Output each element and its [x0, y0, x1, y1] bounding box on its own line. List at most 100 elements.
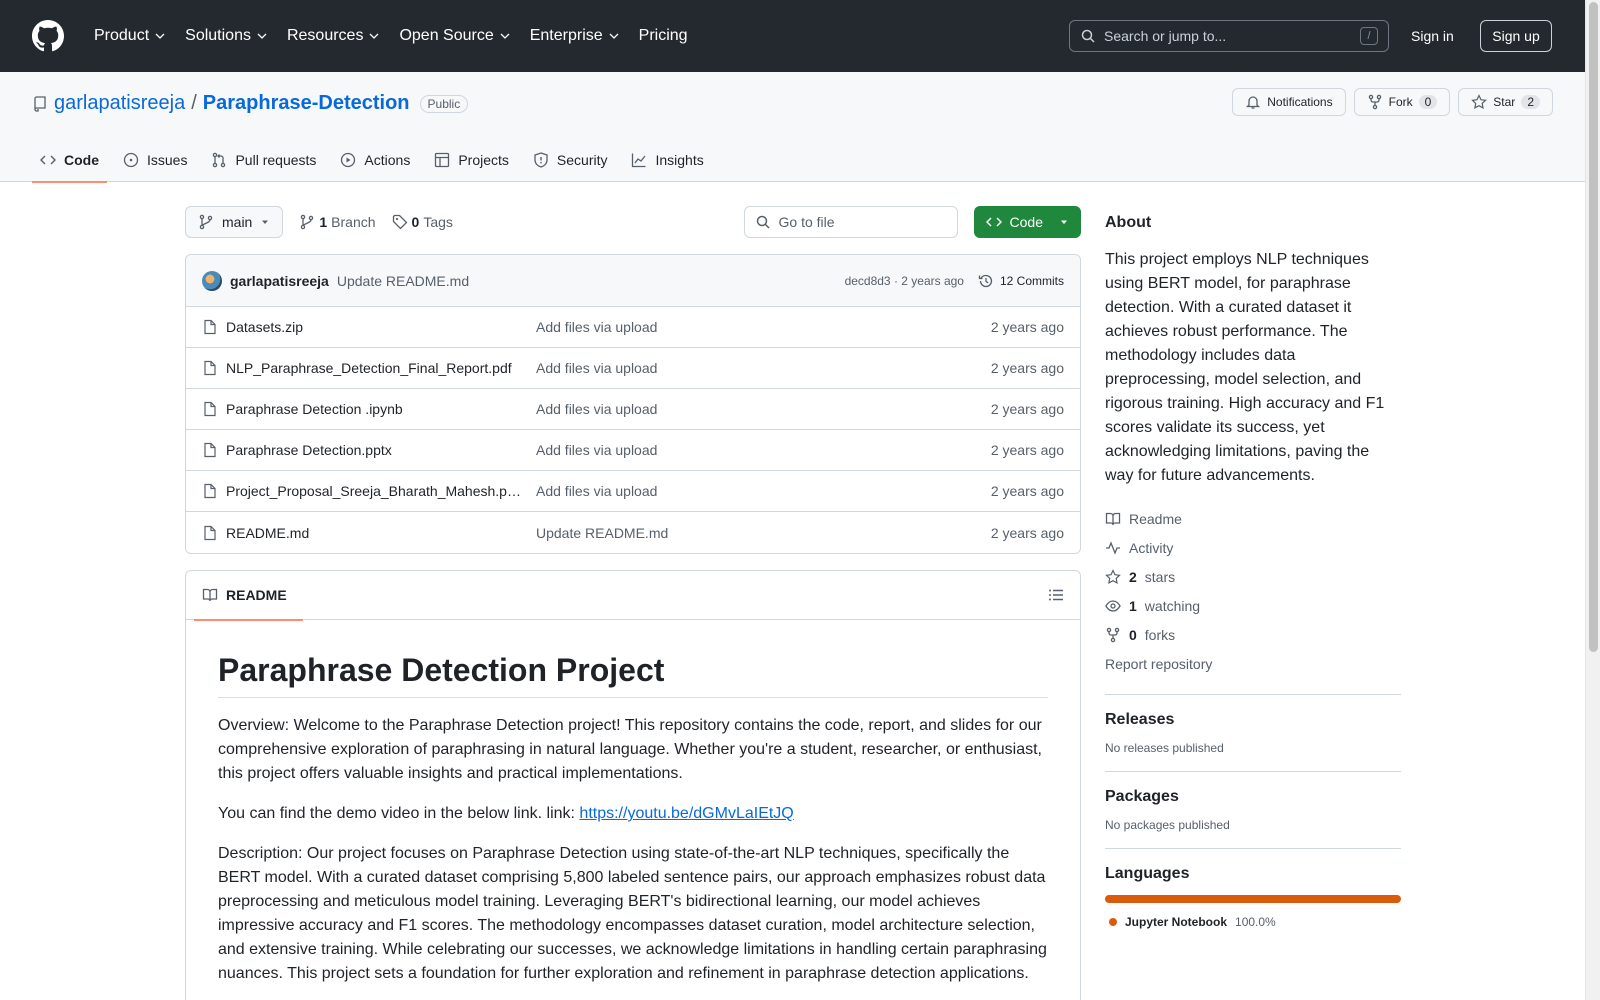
avatar[interactable] — [202, 270, 222, 291]
nav-solutions[interactable]: Solutions — [177, 21, 275, 51]
page-scrollbar[interactable] — [1585, 0, 1600, 1000]
file-row[interactable]: README.md Update README.md 2 years ago — [186, 512, 1080, 553]
repo-icon — [34, 95, 46, 112]
file-name-link[interactable]: README.md — [226, 525, 309, 541]
stars-count: 2 — [1129, 568, 1137, 585]
watching-link[interactable]: 1 watching — [1105, 591, 1401, 620]
stars-link[interactable]: 2 stars — [1105, 562, 1401, 591]
tab-label: Pull requests — [235, 152, 317, 168]
repo-owner-link[interactable]: garlapatisreeja — [54, 92, 185, 115]
nav-resources[interactable]: Resources — [279, 21, 387, 51]
file-commit-message[interactable]: Add files via upload — [536, 319, 991, 335]
file-name-link[interactable]: Paraphrase Detection .ipynb — [226, 401, 403, 417]
fork-button[interactable]: Fork 0 — [1353, 88, 1451, 116]
nav-product[interactable]: Product — [86, 21, 173, 51]
file-commit-date: 2 years ago — [990, 442, 1064, 458]
readme-link-label: Readme — [1129, 510, 1182, 527]
latest-commit: garlapatisreeja Update README.md decd8d3… — [186, 255, 1080, 307]
commit-author[interactable]: garlapatisreeja — [230, 273, 329, 289]
languages-heading: Languages — [1105, 865, 1190, 882]
star-button[interactable]: Star 2 — [1458, 88, 1553, 116]
tab-actions[interactable]: Actions — [332, 138, 418, 182]
file-name-link[interactable]: NLP_Paraphrase_Detection_Final_Report.pd… — [226, 360, 512, 376]
pull-request-icon — [213, 152, 226, 168]
file-commit-message[interactable]: Add files via upload — [536, 483, 991, 499]
commit-hash-time[interactable]: decd8d3 · 2 years ago — [845, 274, 964, 288]
repo-path-separator: / — [191, 92, 197, 114]
file-icon — [204, 319, 216, 335]
readme-link[interactable]: Readme — [1105, 504, 1401, 533]
tab-label: Issues — [147, 152, 188, 168]
shield-icon — [534, 152, 548, 168]
nav-pricing[interactable]: Pricing — [631, 21, 696, 51]
code-dropdown-button[interactable]: Code — [973, 206, 1081, 238]
forks-link[interactable]: 0 forks — [1105, 620, 1401, 649]
nav-open-source[interactable]: Open Source — [391, 21, 517, 51]
tab-code[interactable]: Code — [32, 138, 107, 183]
file-name-link[interactable]: Datasets.zip — [226, 319, 303, 335]
global-search-input[interactable]: Search or jump to... / — [1069, 20, 1389, 52]
outline-list-icon[interactable] — [1048, 587, 1064, 603]
code-button-label: Code — [1009, 214, 1043, 230]
tab-label: Actions — [364, 152, 411, 168]
github-logo-icon[interactable] — [32, 20, 64, 52]
packages-heading[interactable]: Packages — [1105, 788, 1401, 806]
notifications-button[interactable]: Notifications — [1232, 88, 1346, 116]
sign-up-button[interactable]: Sign up — [1480, 20, 1552, 52]
releases-empty-text: No releases published — [1105, 741, 1224, 755]
readme-tab[interactable]: README — [194, 571, 303, 621]
activity-link-label: Activity — [1129, 539, 1174, 556]
tags-link[interactable]: 0 Tags — [392, 214, 453, 230]
language-item[interactable]: Jupyter Notebook 100.0% — [1105, 915, 1401, 929]
file-commit-date: 2 years ago — [990, 401, 1064, 417]
file-commit-date: 2 years ago — [990, 524, 1064, 541]
activity-link[interactable]: Activity — [1105, 533, 1401, 562]
file-name-cell: Paraphrase Detection.pptx — [202, 442, 536, 458]
branch-count: 1 — [319, 214, 328, 230]
repo-name-link[interactable]: Paraphrase-Detection — [203, 92, 410, 115]
repo-header: garlapatisreeja / Paraphrase-Detection P… — [0, 72, 1585, 183]
file-row[interactable]: Paraphrase Detection.pptx Add files via u… — [186, 430, 1080, 471]
star-label: Star — [1493, 95, 1516, 109]
releases-heading[interactable]: Releases — [1105, 711, 1401, 729]
tab-projects[interactable]: Projects — [426, 138, 517, 182]
forks-count: 0 — [1129, 626, 1137, 643]
demo-video-link[interactable]: https://youtu.be/dGMvLaIEtJQ — [579, 805, 793, 822]
tab-insights[interactable]: Insights — [623, 138, 711, 182]
file-commit-message[interactable]: Add files via upload — [536, 442, 991, 458]
commit-meta: decd8d3 · 2 years ago 12 Commits — [845, 273, 1064, 289]
file-row[interactable]: Datasets.zip Add files via upload 2 years … — [186, 307, 1080, 348]
commits-count: 12 Commits — [999, 273, 1064, 288]
file-row[interactable]: Project_Proposal_Sreeja_Bharath_Mahesh.p… — [186, 471, 1080, 512]
tab-issues[interactable]: Issues — [115, 138, 195, 182]
tab-pull-requests[interactable]: Pull requests — [203, 138, 324, 182]
commit-message[interactable]: Update README.md — [337, 273, 469, 289]
file-commit-message[interactable]: Add files via upload — [536, 401, 991, 417]
about-heading: About — [1105, 214, 1152, 231]
file-name-link[interactable]: Paraphrase Detection.pptx — [226, 442, 392, 458]
go-to-file-input[interactable]: Go to file — [743, 206, 958, 238]
stars-label: stars — [1144, 568, 1176, 585]
file-row[interactable]: Paraphrase Detection .ipynb Add files via… — [186, 389, 1080, 430]
file-name-cell: NLP_Paraphrase_Detection_Final_Report.pd… — [202, 360, 536, 376]
readme-title: Paraphrase Detection Project — [218, 652, 1048, 698]
file-name-link[interactable]: Project_Proposal_Sreeja_Bharath_Mahesh.p… — [226, 483, 521, 499]
graph-icon — [632, 153, 646, 168]
file-row[interactable]: NLP_Paraphrase_Detection_Final_Report.pd… — [186, 348, 1080, 389]
fork-label: Fork — [1388, 95, 1413, 109]
tab-security[interactable]: Security — [525, 138, 616, 182]
commits-link[interactable]: 12 Commits — [978, 273, 1064, 289]
file-commit-message[interactable]: Update README.md — [536, 525, 991, 541]
scrollbar-thumb[interactable] — [1589, 2, 1598, 652]
file-icon — [204, 401, 216, 417]
star-counter: 2 — [1521, 95, 1540, 109]
sign-in-link[interactable]: Sign in — [1403, 20, 1462, 52]
table-icon — [435, 152, 450, 168]
sidebar-divider — [1105, 771, 1401, 772]
report-repository-link[interactable]: Report repository — [1105, 649, 1401, 678]
file-commit-message[interactable]: Add files via upload — [536, 360, 991, 376]
branches-link[interactable]: 1 Branch — [299, 214, 376, 230]
nav-enterprise[interactable]: Enterprise — [522, 21, 627, 51]
file-icon — [204, 483, 216, 499]
branch-selector[interactable]: main — [185, 206, 284, 238]
